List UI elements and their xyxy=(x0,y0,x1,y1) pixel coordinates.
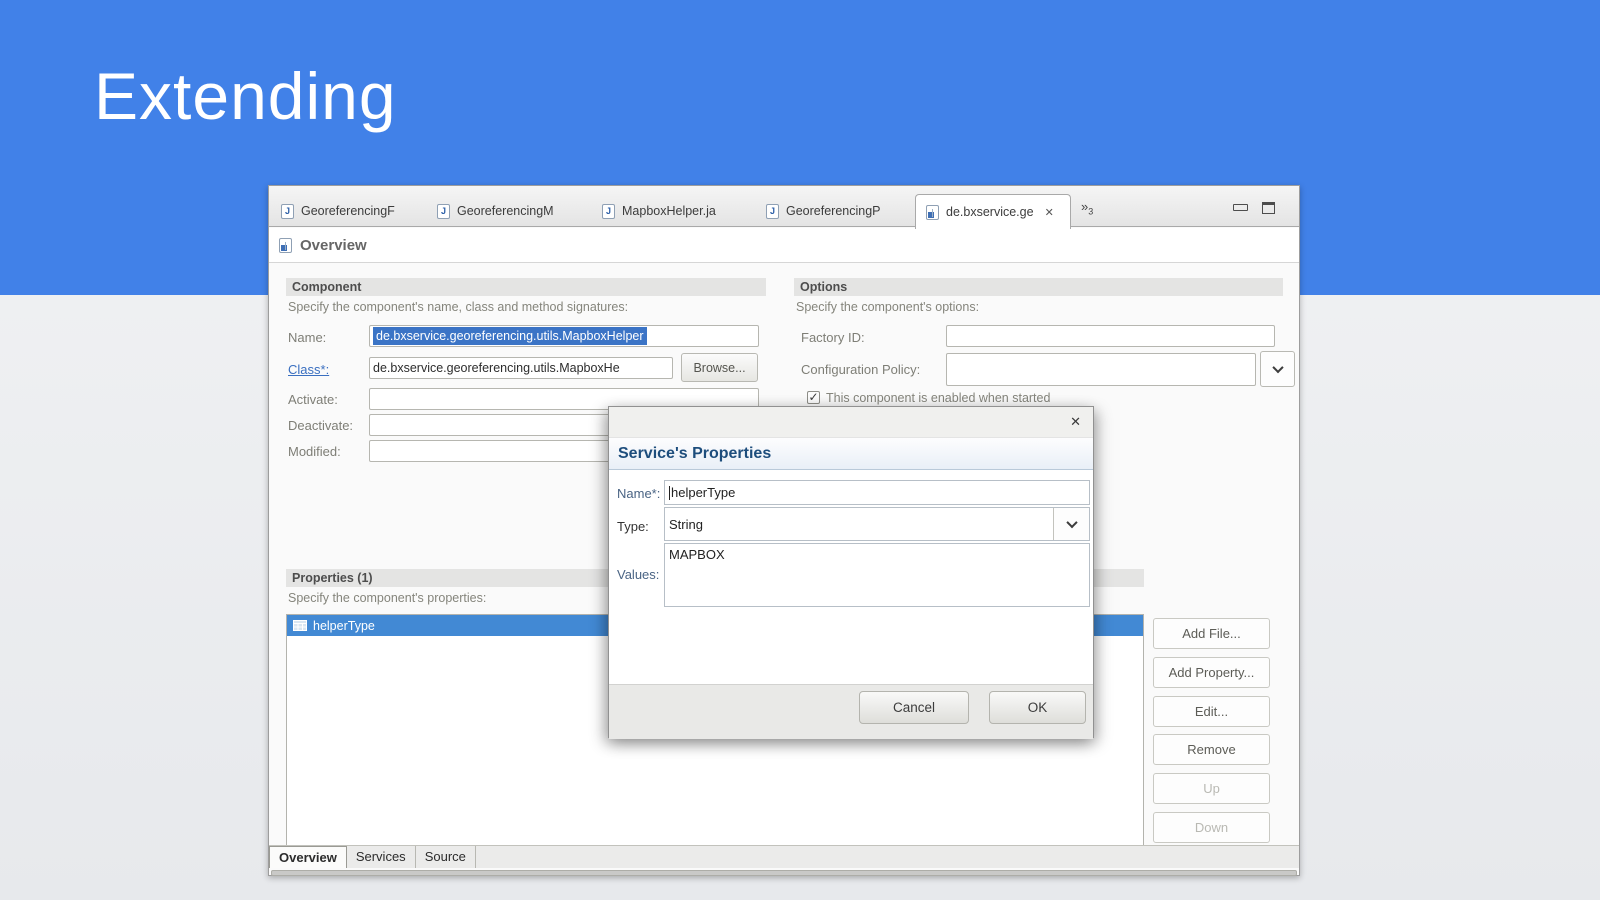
tab-services[interactable]: Services xyxy=(347,846,416,868)
tab-overview[interactable]: Overview xyxy=(269,846,347,868)
page-title: Overview xyxy=(300,237,367,254)
add-file-button[interactable]: Add File... xyxy=(1153,618,1270,649)
down-button[interactable]: Down xyxy=(1153,812,1270,843)
dialog-titlebar xyxy=(609,407,1093,437)
form-heading: Overview xyxy=(269,228,1299,263)
dialog-type-select[interactable]: String xyxy=(664,507,1090,541)
horizontal-scrollbar[interactable] xyxy=(271,870,1297,876)
dialog-footer: Cancel OK xyxy=(609,684,1093,739)
modified-label: Modified: xyxy=(288,444,341,459)
options-section-description: Specify the component's options: xyxy=(796,300,979,314)
dialog-type-label: Type: xyxy=(617,519,649,534)
editor-tabbar: J GeoreferencingF J GeoreferencingM J Ma… xyxy=(269,186,1299,227)
property-row-label: helperType xyxy=(313,619,375,633)
component-section-description: Specify the component's name, class and … xyxy=(288,300,628,314)
text-cursor xyxy=(669,486,670,500)
minimize-icon[interactable] xyxy=(1233,204,1248,211)
close-icon[interactable]: ✕ xyxy=(1045,206,1054,219)
factory-id-input[interactable] xyxy=(946,325,1275,347)
tab-label: GeoreferencingF xyxy=(301,204,395,218)
dialog-values-textarea[interactable]: MAPBOX xyxy=(664,543,1090,607)
slide-title: Extending xyxy=(94,58,397,134)
name-label: Name: xyxy=(288,330,326,345)
configuration-policy-label: Configuration Policy: xyxy=(801,362,920,377)
deactivate-label: Deactivate: xyxy=(288,418,353,433)
maximize-icon[interactable] xyxy=(1262,202,1275,214)
class-link[interactable]: Class*: xyxy=(288,362,329,377)
editor-bottom-tabbar: Overview Services Source xyxy=(269,845,1299,868)
close-icon[interactable]: ✕ xyxy=(1070,414,1081,430)
tab-de-bxservice[interactable]: de.bxservice.ge ✕ xyxy=(915,194,1071,229)
enabled-checkbox[interactable]: ✓ xyxy=(807,391,820,404)
enabled-checkbox-label: This component is enabled when started xyxy=(826,391,1050,405)
tab-label: de.bxservice.ge xyxy=(946,205,1034,219)
selected-text: de.bxservice.georeferencing.utils.Mapbox… xyxy=(373,327,647,345)
service-properties-dialog: ✕ Service's Properties Name*: helperType… xyxy=(608,406,1094,738)
browse-button[interactable]: Browse... xyxy=(681,353,758,382)
java-file-icon: J xyxy=(602,204,615,219)
tab-label: GeoreferencingP xyxy=(786,204,881,218)
dialog-name-value: helperType xyxy=(671,485,735,500)
tab-label: GeoreferencingM xyxy=(457,204,554,218)
dialog-header: Service's Properties xyxy=(609,437,1093,470)
up-button[interactable]: Up xyxy=(1153,773,1270,804)
tab-label: MapboxHelper.ja xyxy=(622,204,716,218)
overview-icon xyxy=(279,238,292,253)
tab-georeferencingm[interactable]: J GeoreferencingM xyxy=(427,195,577,227)
java-file-icon: J xyxy=(281,204,294,219)
properties-section-description: Specify the component's properties: xyxy=(288,591,486,605)
tab-overflow-indicator[interactable]: »3 xyxy=(1081,199,1093,217)
dialog-type-value: String xyxy=(669,517,703,532)
tab-georeferencingp[interactable]: J GeoreferencingP xyxy=(756,195,902,227)
tab-georeferencingf[interactable]: J GeoreferencingF xyxy=(271,195,419,227)
table-icon xyxy=(293,620,307,631)
dialog-title: Service's Properties xyxy=(618,445,771,463)
configuration-policy-dropdown-button[interactable] xyxy=(1260,351,1295,387)
tab-source[interactable]: Source xyxy=(416,846,476,868)
activate-label: Activate: xyxy=(288,392,338,407)
chevron-down-icon xyxy=(1066,517,1077,528)
dialog-values-label: Values: xyxy=(617,567,659,582)
name-input[interactable]: de.bxservice.georeferencing.utils.Mapbox… xyxy=(369,325,759,347)
factory-id-label: Factory ID: xyxy=(801,330,865,345)
java-file-icon: J xyxy=(437,204,450,219)
ok-button[interactable]: OK xyxy=(989,691,1086,724)
tab-mapboxhelper[interactable]: J MapboxHelper.ja xyxy=(592,195,743,227)
options-section-header: Options xyxy=(794,278,1283,296)
cancel-button[interactable]: Cancel xyxy=(859,691,969,724)
edit-button[interactable]: Edit... xyxy=(1153,696,1270,727)
chevron-down-icon xyxy=(1272,362,1283,373)
dialog-name-input[interactable]: helperType xyxy=(664,480,1090,505)
component-section-header: Component xyxy=(286,278,766,296)
component-file-icon xyxy=(926,205,939,220)
remove-button[interactable]: Remove xyxy=(1153,734,1270,765)
java-file-icon: J xyxy=(766,204,779,219)
configuration-policy-input[interactable] xyxy=(946,353,1256,386)
class-input[interactable]: de.bxservice.georeferencing.utils.Mapbox… xyxy=(369,357,673,379)
add-property-button[interactable]: Add Property... xyxy=(1153,657,1270,688)
dialog-name-label: Name*: xyxy=(617,486,660,501)
type-dropdown-button[interactable] xyxy=(1053,508,1089,540)
